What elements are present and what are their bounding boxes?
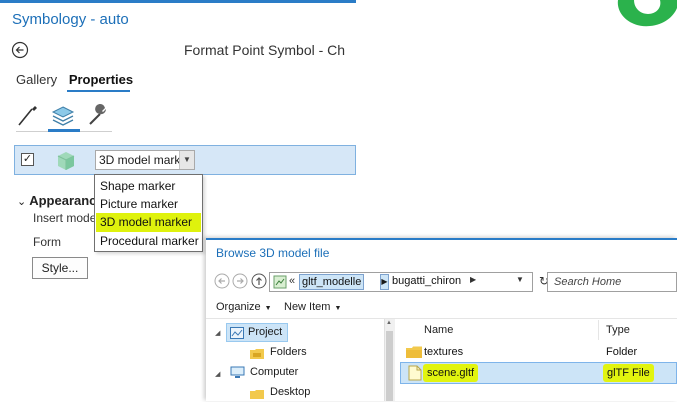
tab-gallery[interactable]: Gallery <box>16 72 57 87</box>
breadcrumb-gltf-modelle[interactable]: gltf_modelle <box>299 274 365 290</box>
marker-type-dropdown-list: Shape marker Picture marker 3D model mar… <box>94 174 203 252</box>
swirl-logo-icon <box>617 0 677 27</box>
back-icon[interactable] <box>214 273 230 289</box>
new-item-label: New Item <box>284 301 331 313</box>
column-divider[interactable] <box>598 320 599 340</box>
active-tab-underline <box>67 90 130 92</box>
active-icon-underline <box>48 129 80 132</box>
path-overflow-chevrons[interactable]: « <box>289 275 295 287</box>
file-type: Folder <box>606 346 638 358</box>
folder-icon <box>250 390 264 399</box>
brush-icon[interactable] <box>16 104 40 128</box>
dialog-title: Browse 3D model file <box>216 246 330 260</box>
option-procedural-marker[interactable]: Procedural marker <box>96 232 201 251</box>
organize-menu[interactable]: Organize ▼ <box>216 301 272 313</box>
tree-item-folders[interactable]: Folders <box>270 343 307 362</box>
tab-properties[interactable]: Properties <box>69 72 133 87</box>
breadcrumb-separator-icon[interactable]: ▶ <box>380 274 389 290</box>
appearance-section-header[interactable]: ⌄ Appearanc <box>17 193 96 208</box>
pane-title: Symbology - auto <box>12 11 129 28</box>
file-type: glTF File <box>603 364 654 382</box>
scroll-up-icon[interactable]: ▲ <box>386 320 392 326</box>
browse-dialog: Browse 3D model file « gltf_modelle ▶ bu… <box>206 238 677 401</box>
scrollbar-thumb[interactable] <box>386 331 393 401</box>
new-item-menu[interactable]: New Item ▼ <box>284 301 341 313</box>
style-button[interactable]: Style... <box>32 257 88 279</box>
symbol-layer-row[interactable]: ✓ 3D model mark ▼ <box>14 145 356 175</box>
pane-accent-line <box>0 0 356 3</box>
tree-scrollbar[interactable]: ▲ <box>384 319 395 401</box>
up-icon[interactable] <box>251 273 267 289</box>
search-input[interactable]: Search Home <box>547 272 677 292</box>
cube-icon <box>57 152 75 170</box>
symbology-tabs: Gallery Properties <box>16 72 141 87</box>
dialog-accent-line <box>206 238 677 240</box>
column-header-type[interactable]: Type <box>606 324 630 336</box>
project-icon <box>230 327 244 339</box>
organize-label: Organize <box>216 301 261 313</box>
tree-item-computer[interactable]: Computer <box>250 363 298 382</box>
column-header-name[interactable]: Name <box>424 324 453 336</box>
computer-icon <box>230 366 245 378</box>
appearance-label: Appearanc <box>29 193 97 208</box>
chevron-right-icon[interactable]: ▶ <box>470 275 476 284</box>
expand-icon[interactable]: ◢ <box>215 329 220 337</box>
marker-type-value: 3D model mark <box>99 153 179 167</box>
marker-type-select[interactable]: 3D model mark ▼ <box>95 150 195 170</box>
insert-mode-label: Insert mode <box>33 211 97 225</box>
chevron-down-icon[interactable]: ▼ <box>516 275 524 284</box>
tree-item-desktop[interactable]: Desktop <box>270 383 310 402</box>
file-icon <box>408 365 422 381</box>
dialog-titlebar: Browse 3D model file <box>206 238 677 267</box>
chevron-down-icon: ▼ <box>264 305 272 312</box>
file-row-textures[interactable]: textures Folder <box>404 342 677 362</box>
expand-icon[interactable]: ◢ <box>215 370 220 378</box>
wrench-icon[interactable] <box>86 104 110 128</box>
tree-item-project[interactable]: Project <box>248 323 282 342</box>
breadcrumb-bugatti-chiron[interactable]: bugatti_chiron <box>392 275 461 287</box>
layer-visible-checkbox[interactable]: ✓ <box>21 153 34 166</box>
location-icon <box>273 275 287 289</box>
chevron-down-icon: ▼ <box>334 305 342 312</box>
address-bar[interactable]: « gltf_modelle ▶ bugatti_chiron ▶ ▼ <box>269 272 533 292</box>
chevron-down-icon[interactable]: ⌄ <box>17 196 26 208</box>
folder-icon <box>250 349 264 359</box>
file-name: textures <box>424 346 464 358</box>
form-label: Form <box>33 235 61 249</box>
option-shape-marker[interactable]: Shape marker <box>96 177 201 196</box>
forward-icon[interactable] <box>232 273 248 289</box>
folder-icon <box>406 346 422 358</box>
option-picture-marker[interactable]: Picture marker <box>96 195 201 214</box>
file-row-scene-gltf[interactable]: scene.gltf glTF File <box>400 362 677 384</box>
layers-icon[interactable] <box>50 104 76 128</box>
file-name: scene.gltf <box>423 364 479 382</box>
format-symbol-title: Format Point Symbol - Ch <box>184 42 346 58</box>
back-arrow-icon[interactable] <box>11 41 29 59</box>
option-3d-model-marker[interactable]: 3D model marker <box>96 213 201 232</box>
navigation-tree: ◢ Project Folders ◢ Computer Desktop ▲ <box>206 319 395 402</box>
chevron-down-icon[interactable]: ▼ <box>179 151 194 169</box>
